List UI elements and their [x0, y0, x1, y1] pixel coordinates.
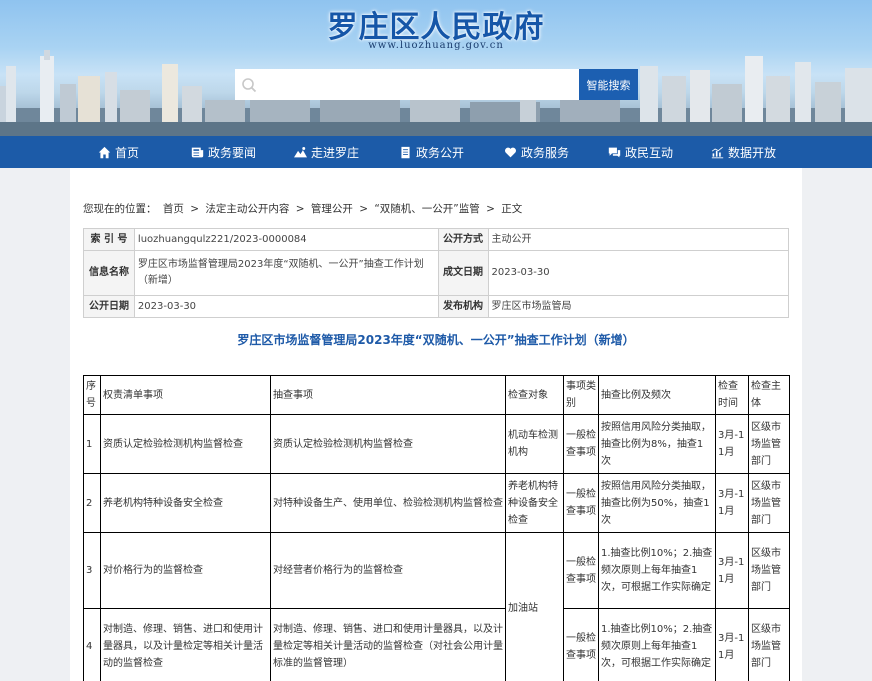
pub-date-label: 公开日期 [83, 295, 135, 318]
search-box [235, 69, 579, 100]
table-cell: 2 [83, 473, 101, 533]
nav-item-label: 政务公开 [416, 145, 465, 160]
nav-item-about[interactable]: 走进罗庄 [294, 136, 359, 168]
table-cell: 3月-11月 [715, 414, 749, 474]
table-cell: 1.抽查比例10%；2.抽查频次原则上每年抽查1次，可根据工作实际确定 [598, 532, 716, 609]
document-icon [401, 146, 410, 158]
table-cell: 区级市场监管部门 [748, 532, 790, 609]
breadcrumb-management[interactable]: 管理公开 [311, 203, 353, 215]
table-row: 1 资质认定检验检测机构监督检查 资质认定检验检测机构监督检查 机动车检测机构 … [83, 414, 790, 474]
table-cell: 加油站 [505, 532, 564, 681]
table-cell: 一般检查事项 [563, 473, 599, 533]
table-cell: 一般检查事项 [563, 532, 599, 609]
table-cell: 资质认定检验检测机构监督检查 [270, 414, 506, 474]
heart-icon [505, 147, 516, 157]
table-cell: 养老机构特种设备安全检查 [505, 473, 564, 533]
chart-icon [711, 146, 724, 158]
chat-icon [608, 147, 621, 157]
breadcrumb-current: 正文 [501, 203, 523, 215]
nav-item-label: 政务服务 [521, 145, 570, 160]
column-header: 序号 [83, 375, 101, 415]
main-nav: 首页 政务要闻 走进罗庄 政务公开 政务服务 政民互动 数据开放 [0, 136, 872, 168]
nav-item-open-data[interactable]: 数据开放 [711, 136, 776, 168]
table-cell: 3 [83, 532, 101, 609]
table-cell: 按照信用风险分类抽取，抽查比例为8%，抽查1次 [598, 414, 716, 474]
table-cell: 4 [83, 608, 101, 681]
name-label: 信息名称 [83, 250, 135, 296]
site-banner: 罗庄区人民政府 www.luozhuang.gov.cn 智能搜索 [0, 0, 872, 136]
document-title: 罗庄区市场监督管理局2023年度“双随机、一公开”抽查工作计划（新增） [237, 333, 635, 347]
index-label: 索 引 号 [83, 228, 135, 251]
breadcrumb-separator: > [486, 203, 495, 215]
org-value: 罗庄区市场监管局 [487, 295, 789, 318]
table-row: 4 对制造、修理、销售、进口和使用计量器具，以及计量检定等相关计量活动的监督检查… [83, 608, 790, 681]
column-header: 检查对象 [505, 375, 564, 415]
site-url: www.luozhuang.gov.cn [368, 40, 504, 51]
table-cell: 一般检查事项 [563, 608, 599, 681]
nav-item-home[interactable]: 首页 [98, 136, 139, 168]
column-header: 抽查事项 [270, 375, 506, 415]
search-input[interactable] [263, 73, 573, 96]
home-icon [98, 146, 111, 158]
table-cell: 养老机构特种设备安全检查 [100, 473, 271, 533]
pub-date-value: 2023-03-30 [133, 295, 439, 318]
table-row: 3 对价格行为的监督检查 对经营者价格行为的监督检查 加油站 一般检查事项 1.… [83, 532, 790, 681]
mode-label: 公开方式 [437, 228, 489, 251]
breadcrumb: 您现在的位置： 首页 > 法定主动公开内容 > 管理公开 > “双随机、一公开”… [83, 201, 525, 216]
news-icon [191, 147, 204, 157]
nav-item-label: 走进罗庄 [311, 145, 360, 160]
column-header: 检查时间 [715, 375, 749, 415]
table-cell: 区级市场监管部门 [748, 414, 790, 474]
column-header: 抽查比例及频次 [598, 375, 716, 415]
nav-item-label: 政民互动 [625, 145, 674, 160]
column-header: 事项类别 [563, 375, 599, 415]
breadcrumb-statutory[interactable]: 法定主动公开内容 [205, 203, 289, 215]
document-meta-table: 索 引 号 luozhuangqulz221/2023-0000084 公开方式… [83, 228, 789, 318]
table-row: 2 养老机构特种设备安全检查 对特种设备生产、使用单位、检验检测机构监督检查 养… [83, 473, 790, 533]
nav-item-label: 政务要闻 [208, 145, 257, 160]
table-cell: 对制造、修理、销售、进口和使用计量器具，以及计量检定等相关计量活动的监督检查（对… [270, 608, 506, 681]
table-cell: 1.抽查比例10%；2.抽查频次原则上每年抽查1次，可根据工作实际确定 [598, 608, 716, 681]
breadcrumb-separator: > [295, 203, 305, 215]
table-cell: 1 [83, 414, 101, 474]
nav-item-services[interactable]: 政务服务 [504, 136, 569, 168]
table-cell: 对价格行为的监督检查 [100, 532, 271, 609]
breadcrumb-home[interactable]: 首页 [163, 203, 184, 215]
table-cell: 对经营者价格行为的监督检查 [270, 532, 506, 609]
landscape-icon [294, 146, 307, 157]
created-label: 成文日期 [437, 250, 489, 296]
created-value: 2023-03-30 [487, 250, 789, 296]
table-cell: 资质认定检验检测机构监督检查 [100, 414, 271, 474]
mode-value: 主动公开 [487, 228, 789, 251]
content-panel: 您现在的位置： 首页 > 法定主动公开内容 > 管理公开 > “双随机、一公开”… [70, 168, 802, 681]
table-cell: 区级市场监管部门 [748, 608, 790, 681]
breadcrumb-separator: > [190, 203, 199, 215]
index-value: luozhuangqulz221/2023-0000084 [133, 228, 439, 251]
column-header: 权责清单事项 [100, 375, 271, 415]
table-cell: 3月-11月 [715, 473, 749, 533]
search-icon [242, 78, 257, 93]
inspection-plan-table: 序号 权责清单事项 抽查事项 检查对象 事项类别 抽查比例及频次 检查时间 检查… [83, 375, 790, 681]
table-cell: 按照信用风险分类抽取，抽查比例为50%，抽查1次 [598, 473, 716, 533]
table-cell: 区级市场监管部门 [748, 473, 790, 533]
table-cell: 对特种设备生产、使用单位、检验检测机构监督检查 [270, 473, 506, 533]
nav-item-open-gov[interactable]: 政务公开 [399, 136, 464, 168]
column-header: 检查主体 [748, 375, 790, 415]
org-label: 发布机构 [437, 295, 489, 318]
breadcrumb-separator: > [359, 203, 368, 215]
breadcrumb-supervision[interactable]: “双随机、一公开”监管 [374, 203, 479, 215]
table-cell: 3月-11月 [715, 532, 749, 609]
nav-item-news[interactable]: 政务要闻 [191, 136, 256, 168]
table-header-row: 序号 权责清单事项 抽查事项 检查对象 事项类别 抽查比例及频次 检查时间 检查… [83, 375, 790, 415]
table-cell: 3月-11月 [715, 608, 749, 681]
breadcrumb-prefix: 您现在的位置： [83, 203, 157, 215]
smart-search-button[interactable]: 智能搜索 [579, 69, 638, 100]
table-cell: 机动车检测机构 [505, 414, 564, 474]
name-value: 罗庄区市场监督管理局2023年度“双随机、一公开”抽查工作计划（新增） [133, 250, 439, 296]
table-cell: 一般检查事项 [563, 414, 599, 474]
nav-item-interaction[interactable]: 政民互动 [608, 136, 673, 168]
nav-item-label: 首页 [115, 145, 140, 160]
table-cell: 对制造、修理、销售、进口和使用计量器具，以及计量检定等相关计量活动的监督检查 [100, 608, 271, 681]
nav-item-label: 数据开放 [728, 145, 777, 160]
